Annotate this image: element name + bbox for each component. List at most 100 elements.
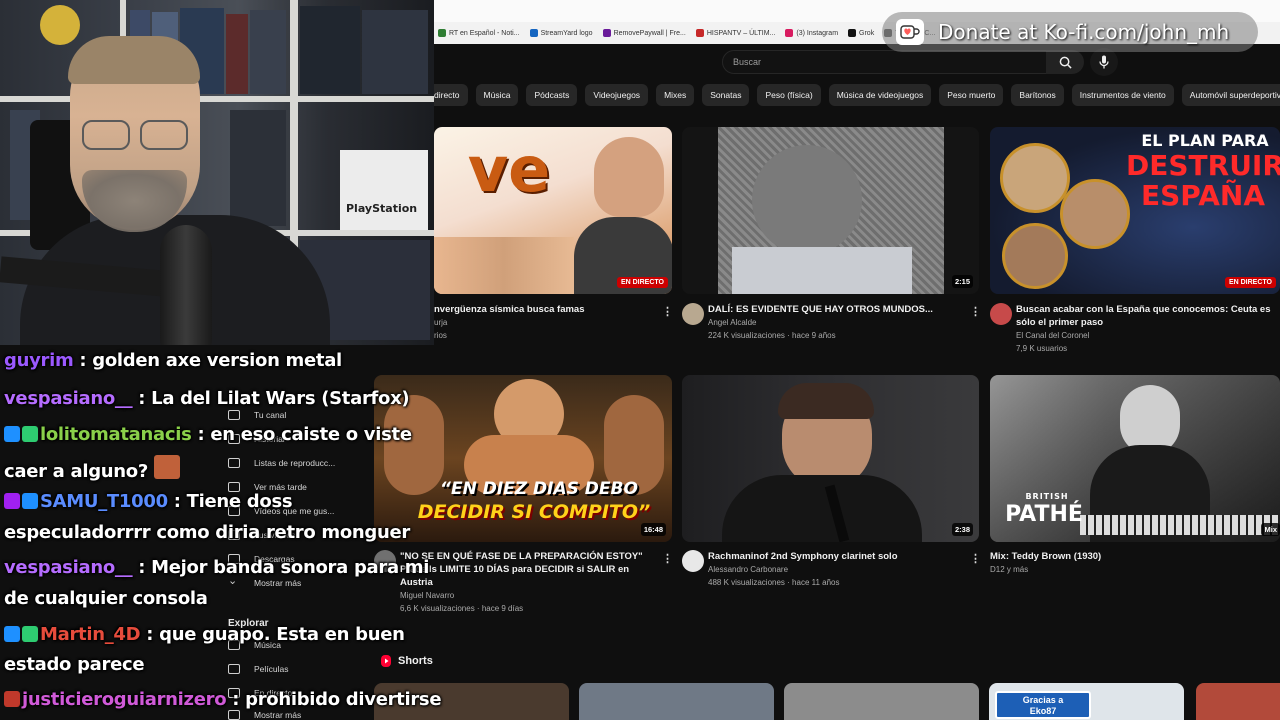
video-thumbnail[interactable]: 2:15 <box>682 127 979 294</box>
video-title[interactable]: Mix: Teddy Brown (1930) <box>990 550 1270 563</box>
bookmark-item[interactable]: HISPANTV – ÚLTIM... <box>695 29 776 37</box>
category-chip[interactable]: Instrumentos de viento <box>1071 84 1174 106</box>
video-thumbnail[interactable]: EL PLAN PARA DESTRUIR ESPAÑA EN DIRECTO <box>990 127 1280 294</box>
category-chip[interactable]: Automóvil superdeportivo <box>1181 84 1280 106</box>
video-thumbnail[interactable]: ve EN DIRECTO <box>434 127 672 294</box>
video-thumbnail[interactable]: 2:38 <box>682 375 979 542</box>
microphone-icon <box>1099 55 1109 69</box>
category-chip[interactable]: Peso (física) <box>757 84 821 106</box>
video-title[interactable]: nvergüenza sísmica busca famas <box>434 303 664 316</box>
sidebar-item[interactable]: Tu canal <box>228 410 286 420</box>
bookmark-favicon-icon <box>529 29 538 37</box>
category-chip[interactable]: Música de videojuegos <box>828 84 932 106</box>
category-chip[interactable]: Barítonos <box>1011 84 1064 106</box>
duration-badge: 2:15 <box>951 275 973 288</box>
category-chip[interactable]: Videojuegos <box>585 84 649 106</box>
category-chip[interactable]: Sonatas <box>702 84 750 106</box>
bookmark-label: (3) Instagram <box>796 29 839 37</box>
shorts-icon <box>381 655 391 667</box>
short-thumbnail[interactable] <box>784 683 979 720</box>
microphone <box>160 225 212 345</box>
sidebar-item[interactable]: ⌄ Mostrar más <box>228 576 301 589</box>
chat-badge-icon <box>4 691 20 707</box>
chat-badge-icon <box>22 493 38 509</box>
bookmark-item[interactable]: StreamYard logo <box>529 29 593 37</box>
chat-text: : La del Lilat Wars (Starfox) <box>138 388 410 409</box>
sidebar-item-label: Listas de reproducc... <box>254 458 336 468</box>
chat-badge-icon <box>22 626 38 642</box>
more-options-icon[interactable]: ⋮ <box>970 552 981 565</box>
sidebar-explore-item[interactable]: Mostrar más <box>228 710 301 720</box>
webcam-feed: PlayStation <box>0 0 434 345</box>
sidebar-item[interactable]: Listas de reproducc... <box>228 458 335 468</box>
channel-avatar[interactable] <box>990 303 1012 325</box>
more-options-icon[interactable]: ⋮ <box>662 305 673 318</box>
bookmark-favicon-icon <box>785 29 794 37</box>
short-thumbnail[interactable] <box>579 683 774 720</box>
chat-text: estado parece <box>4 654 145 675</box>
channel-avatar[interactable] <box>682 550 704 572</box>
chat-text: : Tiene doss <box>173 491 293 512</box>
video-meta: DALÍ: ES EVIDENTE QUE HAY OTROS MUNDOS..… <box>708 303 958 342</box>
chat-username: justicieroguiarnizero <box>22 689 227 710</box>
chat-message: vespasiano__ : Mejor banda sonora para m… <box>4 557 429 578</box>
game-box <box>226 14 248 94</box>
channel-name[interactable]: D12 y más <box>990 563 1270 576</box>
bookmark-item[interactable]: RemovePaywall | Fre... <box>602 29 686 37</box>
channel-name[interactable]: Angel Alcalde <box>708 316 958 329</box>
video-title[interactable]: DALÍ: ES EVIDENTE QUE HAY OTROS MUNDOS..… <box>708 303 958 316</box>
short-thumbnail[interactable]: Gracias a Eko87 <box>989 683 1184 720</box>
sidebar-item-icon <box>228 664 240 674</box>
video-title[interactable]: Rachmaninof 2nd Symphony clarinet solo <box>708 550 958 563</box>
shorts-label: Shorts <box>398 655 433 667</box>
channel-avatar[interactable] <box>682 303 704 325</box>
chat-message: vespasiano__ : La del Lilat Wars (Starfo… <box>4 388 410 409</box>
video-meta: nvergüenza sísmica busca famas urja rios <box>434 303 664 342</box>
video-title[interactable]: Buscan acabar con la España que conocemo… <box>1016 303 1276 329</box>
search-input[interactable]: Buscar <box>722 50 1048 74</box>
bookmark-item[interactable]: (3) Instagram <box>785 29 838 37</box>
chat-message-continuation: especuladorrrr como diria retro monguer <box>4 522 410 543</box>
bookmark-label: HISPANTV – ÚLTIM... <box>706 29 776 37</box>
more-options-icon[interactable]: ⋮ <box>662 552 673 565</box>
thumbnail-text: PATHÉ <box>1005 502 1083 527</box>
box-label: PlayStation <box>346 202 418 215</box>
sidebar-item-icon <box>228 410 240 420</box>
video-thumbnail[interactable]: BRITISH PATHÉ Mix <box>990 375 1280 542</box>
channel-name[interactable]: El Canal del Coronel <box>1016 329 1276 342</box>
more-options-icon[interactable]: ⋮ <box>970 305 981 318</box>
video-stats: 224 K visualizaciones · hace 9 años <box>708 331 836 340</box>
sidebar-explore-item[interactable]: Películas <box>228 664 289 674</box>
category-chip[interactable]: Mixes <box>656 84 695 106</box>
game-box <box>362 10 428 94</box>
duration-badge: 16:48 <box>640 523 666 536</box>
bookmark-item[interactable]: RT en Español - Noti... <box>438 29 520 37</box>
chat-badge-icon <box>4 626 20 642</box>
voice-search-button[interactable] <box>1090 48 1118 76</box>
bookmark-label: StreamYard logo <box>540 29 593 37</box>
video-meta: Rachmaninof 2nd Symphony clarinet solo A… <box>708 550 958 589</box>
chat-text: : en eso caiste o viste <box>197 424 412 445</box>
chat-text: : golden axe version metal <box>79 350 342 371</box>
thumbnail-hair <box>778 383 874 419</box>
channel-name[interactable]: Miguel Navarro <box>400 589 660 602</box>
category-chip[interactable]: Música <box>475 84 519 106</box>
search-button[interactable] <box>1046 50 1084 74</box>
category-chip[interactable]: Pódcasts <box>526 84 578 106</box>
channel-name[interactable]: Alessandro Carbonare <box>708 563 958 576</box>
video-thumbnail[interactable]: “EN DIEZ DIAS DEBO DECIDIR SI COMPITO” 1… <box>374 375 672 542</box>
category-chip[interactable]: Peso muerto <box>939 84 1004 106</box>
video-title[interactable]: "NO SE EN QUÉ FASE DE LA PREPARACIÓN EST… <box>400 550 660 589</box>
channel-name[interactable]: urja <box>434 316 664 329</box>
thumbnail-text: ESPAÑA <box>1140 179 1266 212</box>
bookmark-item[interactable]: Grok <box>848 29 874 37</box>
sidebar-item-icon <box>228 458 240 468</box>
donate-label: Donate at Ko-fi.com/john_mh <box>938 20 1230 44</box>
chat-message-continuation: caer a alguno? <box>4 455 182 482</box>
figure <box>40 5 80 45</box>
sidebar-item-label: Tu canal <box>254 410 287 420</box>
game-box <box>250 10 286 94</box>
chat-badge-icon <box>4 426 20 442</box>
category-chip[interactable]: directo <box>434 84 468 106</box>
short-thumbnail[interactable] <box>1196 683 1280 720</box>
